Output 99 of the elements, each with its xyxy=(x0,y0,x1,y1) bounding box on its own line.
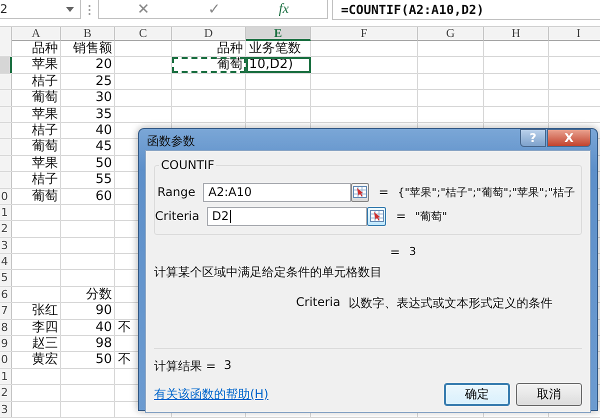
equals-sign: = xyxy=(378,185,389,199)
function-name: COUNTIF xyxy=(159,158,216,172)
argument-field[interactable]: D2 xyxy=(207,206,367,226)
table-cell: 苹果 xyxy=(32,106,58,122)
table-cell: 品种 xyxy=(217,41,243,56)
table-cell: 不 xyxy=(118,352,131,368)
row-number: 8 xyxy=(1,320,8,334)
row-number: 1 xyxy=(1,370,8,383)
column-header[interactable]: A xyxy=(12,27,61,41)
row-header[interactable]: 1 xyxy=(0,368,12,384)
name-box[interactable]: 2 xyxy=(0,0,81,19)
row-header[interactable]: 5 xyxy=(0,270,12,286)
table-cell: 品种 xyxy=(32,41,58,56)
table-cell: 分数 xyxy=(86,286,112,302)
row-number: 0 xyxy=(1,353,8,366)
ok-button[interactable]: 确定 xyxy=(444,383,510,406)
row-number: 0 xyxy=(1,190,8,203)
collapse-dialog-button[interactable] xyxy=(367,206,386,226)
table-cell: 40 xyxy=(95,122,112,138)
table-cell: 40 xyxy=(95,320,112,335)
function-description: 计算某个区域中满足给定条件的单元格数目 xyxy=(154,264,383,281)
help-link[interactable]: 有关该函数的帮助(H) xyxy=(154,386,438,403)
table-cell: 葡萄 xyxy=(32,188,58,204)
table-arrow-icon xyxy=(352,186,367,198)
column-header[interactable]: F xyxy=(311,27,418,41)
row-header[interactable]: 3 xyxy=(0,238,12,254)
row-number: 2 xyxy=(1,386,8,400)
result-value: 3 xyxy=(224,358,232,374)
table-cell: 45 xyxy=(95,139,112,154)
table-cell: 业务笔数 xyxy=(249,41,301,56)
window-title: 函数参数 xyxy=(147,133,195,150)
table-cell: 35 xyxy=(95,106,112,122)
row-number: 7 xyxy=(1,304,8,318)
table-cell: 60 xyxy=(95,188,112,204)
table-cell: 25 xyxy=(95,74,112,89)
row-header[interactable]: 2 xyxy=(0,385,12,401)
row-number: 9 xyxy=(1,337,8,350)
row-number: 3 xyxy=(1,402,8,416)
table-cell: 90 xyxy=(95,303,112,318)
formula-result: 3 xyxy=(409,245,416,259)
table-cell: 葡萄 xyxy=(32,90,58,106)
table-cell: 苹果 xyxy=(32,156,58,171)
column-header[interactable]: C xyxy=(115,27,172,41)
cancel-button[interactable]: 取消 xyxy=(516,383,582,406)
row-number: 6 xyxy=(1,288,8,301)
table-cell: 桔子 xyxy=(32,172,58,188)
column-header[interactable]: G xyxy=(418,27,484,41)
table-cell: 李四 xyxy=(32,320,58,335)
column-header[interactable]: B xyxy=(61,27,115,41)
column-header[interactable]: I xyxy=(549,27,600,41)
row-number: 2 xyxy=(1,222,8,236)
table-cell: 不 xyxy=(118,320,131,335)
row-header[interactable]: 8 xyxy=(0,320,12,336)
row-number: 1 xyxy=(1,206,8,219)
row-header[interactable]: 0 xyxy=(0,352,12,368)
row-header[interactable]: 1 xyxy=(0,204,12,220)
table-cell: 30 xyxy=(95,90,112,106)
row-number: 5 xyxy=(1,271,8,284)
row-header[interactable]: 2 xyxy=(0,221,12,237)
table-cell: 赵三 xyxy=(32,336,58,352)
table-cell: 55 xyxy=(95,172,112,188)
table-cell: 98 xyxy=(95,336,112,352)
argument-label: Range xyxy=(156,185,196,199)
grip-icon xyxy=(88,4,91,16)
column-header[interactable]: H xyxy=(484,27,549,41)
row-number: 3 xyxy=(1,238,8,252)
table-cell: 桔子 xyxy=(32,122,58,138)
row-header[interactable]: 4 xyxy=(0,254,12,270)
row-header[interactable]: 7 xyxy=(0,303,12,319)
table-cell: 50 xyxy=(95,352,112,368)
row-header[interactable]: 0 xyxy=(0,188,12,204)
row-header[interactable] xyxy=(0,57,12,73)
table-cell: 葡萄 xyxy=(32,139,58,154)
caret-icon xyxy=(66,6,74,12)
argument-value: {"苹果";"桔子";"葡萄";"苹果";"桔子 xyxy=(398,184,575,200)
table-cell: 黄宏 xyxy=(32,352,58,368)
table-arrow-icon xyxy=(370,210,384,222)
collapse-dialog-button[interactable] xyxy=(350,182,369,202)
formula-field[interactable]: =COUNTIF(A2:A10,D2) xyxy=(332,0,600,20)
row-header[interactable]: 3 xyxy=(0,402,12,417)
table-cell: 桔子 xyxy=(32,74,58,89)
row-header[interactable]: 6 xyxy=(0,286,12,302)
table-cell: 张红 xyxy=(32,303,58,318)
argument-description: 以数字、表达式或文本形式定义的条件 xyxy=(348,295,552,312)
argument-field[interactable]: A2:A10 xyxy=(203,182,351,202)
table-cell: 苹果 xyxy=(32,57,58,72)
column-header[interactable]: E xyxy=(246,27,311,41)
argument-name: Criteria xyxy=(296,295,340,311)
row-header[interactable]: 9 xyxy=(0,336,12,352)
row-number: 4 xyxy=(1,255,8,268)
result-label: 计算结果 = xyxy=(154,358,216,375)
table-cell: 50 xyxy=(95,156,112,171)
table-cell: 销售额 xyxy=(73,41,112,56)
insert-function-button[interactable]: fx xyxy=(278,0,289,18)
argument-label: Criteria xyxy=(155,209,199,223)
table-cell: 20 xyxy=(95,57,112,72)
argument-value: "葡萄" xyxy=(415,208,448,224)
equals-sign: = xyxy=(396,209,406,223)
equals-sign: = xyxy=(390,245,400,259)
